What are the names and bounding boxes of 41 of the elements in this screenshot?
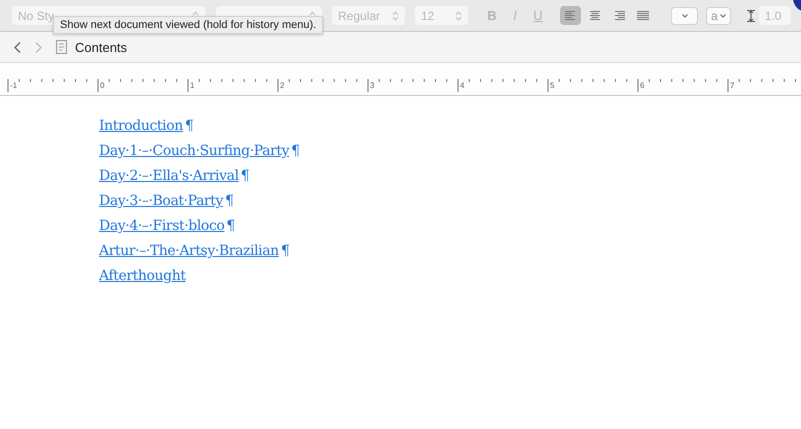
toc-link[interactable]: Introduction xyxy=(99,118,183,134)
ruler-label: 1 xyxy=(190,81,196,90)
ruler-label: 0 xyxy=(100,81,106,90)
pilcrow-mark: ¶ xyxy=(184,118,194,134)
weight-field[interactable]: Regular xyxy=(332,6,405,25)
document-title: Contents xyxy=(75,40,128,54)
highlight-dropdown[interactable]: a xyxy=(706,6,731,24)
align-left-icon xyxy=(564,10,576,20)
align-center-icon xyxy=(588,10,600,20)
back-icon[interactable] xyxy=(14,42,21,52)
align-right-icon xyxy=(612,10,624,20)
ruler-label: 2 xyxy=(280,81,286,90)
tooltip: Show next document viewed (hold for history menu). xyxy=(53,16,324,34)
align-justify-icon xyxy=(636,10,648,20)
pilcrow-mark: ¶ xyxy=(240,168,250,184)
ruler-label: 4 xyxy=(460,81,466,90)
toc-link[interactable]: Artur·–·The·Artsy·Brazilian xyxy=(99,243,279,259)
toc-link[interactable]: Day·2·–·Ella's·Arrival xyxy=(99,168,239,184)
ruler-label: 3 xyxy=(370,81,376,90)
ruler-label: -1 xyxy=(10,81,18,90)
pilcrow-mark: ¶ xyxy=(226,218,236,234)
align-left-button[interactable] xyxy=(560,6,581,25)
pilcrow-mark: ¶ xyxy=(280,243,290,259)
line-spacing-field[interactable]: 1.0 xyxy=(758,6,791,25)
document-icon xyxy=(56,40,67,54)
stepper-icon xyxy=(392,10,399,20)
pilcrow-mark: ¶ xyxy=(291,143,300,159)
toc-link[interactable]: Day·1·–·Couch·Surfing·Party xyxy=(99,143,290,159)
stepper-icon xyxy=(455,10,462,20)
ruler-label: 5 xyxy=(550,81,556,90)
chevron-down-icon xyxy=(682,14,688,18)
size-field[interactable]: 12 xyxy=(415,6,468,25)
toc-link[interactable]: Day·4·–·First·bloco xyxy=(99,218,224,234)
toc-link[interactable]: Day·3·–·Boat·Party xyxy=(99,193,224,209)
ruler-label: 6 xyxy=(640,81,646,90)
ruler-label: 7 xyxy=(730,81,736,90)
color-dropdown[interactable] xyxy=(671,6,698,24)
toc-link[interactable]: Afterthought xyxy=(99,268,186,284)
line-spacing-icon xyxy=(746,10,755,22)
chevron-down-icon xyxy=(720,14,726,18)
pilcrow-mark: ¶ xyxy=(225,193,234,209)
